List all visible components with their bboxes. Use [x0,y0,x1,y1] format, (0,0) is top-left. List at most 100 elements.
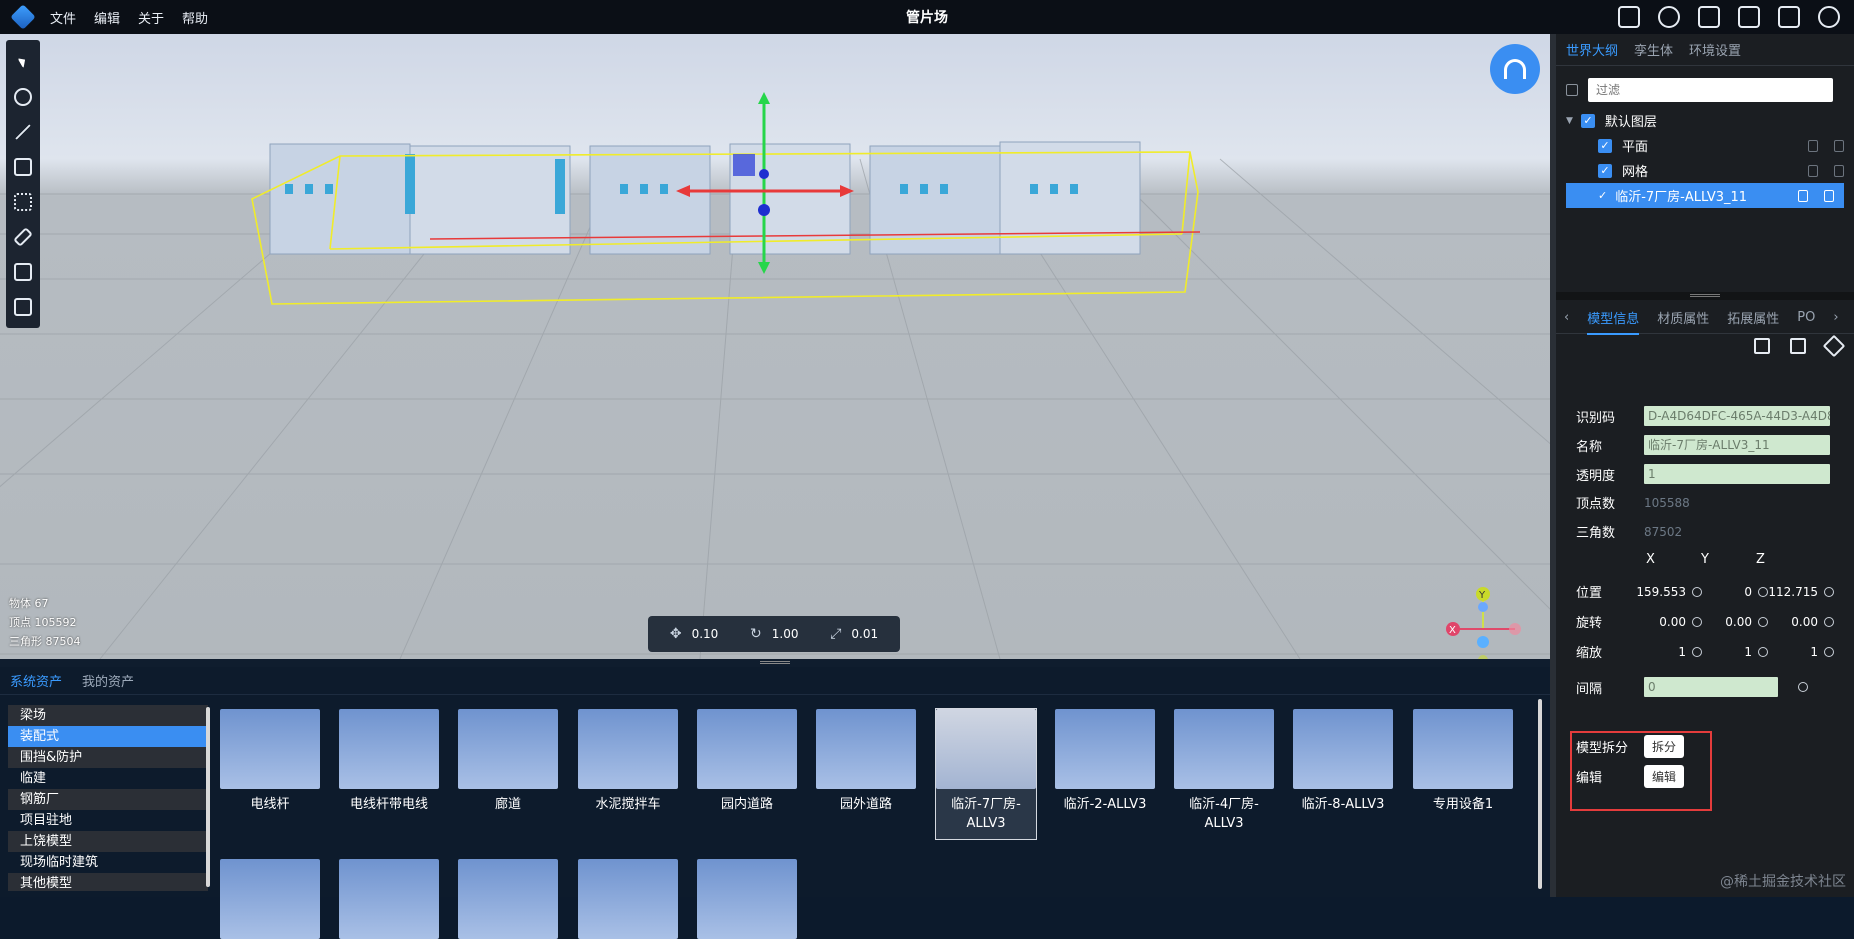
check-icon[interactable]: ✓ [1598,189,1607,202]
frame-tool[interactable] [6,254,40,289]
grid-tool[interactable] [6,184,40,219]
asset-card[interactable]: 专用设备1 [1413,709,1513,814]
lock-icon[interactable] [1798,189,1808,202]
tree-node-plane[interactable]: ✓ 平面 [1556,133,1854,158]
asset-panel: 系统资产 我的资产 梁场 装配式 围挡&防护 临建 钢筋厂 项目驻地 上饶模型 … [0,667,1550,939]
asset-card[interactable]: 电线杆带电线 [339,709,439,814]
hierarchy-icon[interactable] [1618,6,1640,28]
line-tool[interactable] [6,114,40,149]
category-item[interactable]: 围挡&防护 [8,747,208,768]
delete-icon[interactable] [1790,338,1806,354]
tab-extended[interactable]: 拓展属性 [1727,308,1779,327]
watermark: @稀土掘金技术社区 [1720,874,1846,890]
menu-file[interactable]: 文件 [50,8,76,27]
layers-icon[interactable] [1822,334,1846,358]
filter-input[interactable] [1588,78,1833,102]
measure-tool[interactable] [6,219,40,254]
tab-system-assets[interactable]: 系统资产 [10,671,62,690]
menu-edit[interactable]: 编辑 [94,8,120,27]
asset-card[interactable]: 园外道路 [816,709,916,814]
rotate-icon[interactable]: ↻ [750,626,762,642]
tree-node-grid[interactable]: ✓ 网格 [1556,158,1854,183]
category-item[interactable]: 装配式 [8,726,208,747]
tab-world-outline[interactable]: 世界大纲 [1566,40,1618,59]
asset-thumbnail [220,859,320,939]
asset-thumbnail [1055,709,1155,789]
chevron-right-icon[interactable]: › [1833,310,1838,325]
id-field[interactable]: D-A4D64DFC-465A-44D3-A4D8- [1644,406,1830,426]
checkbox[interactable]: ✓ [1598,138,1612,153]
category-item[interactable]: 项目驻地 [8,810,208,831]
opacity-field[interactable]: 1 [1644,464,1830,484]
asset-card[interactable] [697,859,797,939]
outline-tabs: 世界大纲 孪生体 环境设置 [1556,34,1854,66]
select-tool[interactable] [6,44,40,79]
move-icon[interactable]: ✥ [670,626,682,642]
measure-icon [13,226,33,247]
tree-node-default-layer[interactable]: ▼ ✓ 默认图层 [1556,108,1854,133]
category-item[interactable]: 现场临时建筑 [8,852,208,873]
asset-card[interactable] [578,859,678,939]
asset-card[interactable]: 临沂-8-ALLV3 [1293,709,1393,814]
tab-twins[interactable]: 孪生体 [1634,40,1673,59]
category-item[interactable]: 钢筋厂 [8,789,208,810]
chevron-left-icon[interactable]: ‹ [1564,310,1569,325]
camera-icon[interactable] [1778,6,1800,28]
asset-card[interactable]: 水泥搅拌车 [578,709,678,814]
asset-card[interactable]: 临沂-2-ALLV3 [1055,709,1155,814]
tab-my-assets[interactable]: 我的资产 [82,671,134,690]
menu-about[interactable]: 关于 [138,8,164,27]
menu-help[interactable]: 帮助 [182,8,208,27]
bottom-panel-resizer[interactable] [0,659,1550,667]
save-icon[interactable] [1738,6,1760,28]
category-scrollbar[interactable] [206,707,210,887]
asset-card-selected[interactable]: 临沂-7厂房-ALLV3 [935,708,1037,840]
customer-service-button[interactable] [1490,44,1540,94]
cycle-icon[interactable] [1658,6,1680,28]
asset-card[interactable]: 电线杆 [220,709,320,814]
checkbox[interactable]: ✓ [1598,163,1612,178]
category-item[interactable]: 临建 [8,768,208,789]
link-icon[interactable] [1795,679,1811,695]
settings-icon[interactable] [1818,6,1840,28]
move-step[interactable]: 0.10 [692,627,719,641]
orbit-tool[interactable] [6,79,40,114]
name-field[interactable]: 临沂-7厂房-ALLV3_11 [1644,435,1830,455]
asset-card[interactable]: 园内道路 [697,709,797,814]
checkbox[interactable]: ✓ [1580,113,1595,128]
visibility-icon[interactable] [1834,139,1844,152]
category-item[interactable]: 梁场 [8,705,208,726]
tab-material[interactable]: 材质属性 [1657,308,1709,327]
lock-icon[interactable] [1808,164,1818,177]
right-panel-splitter[interactable] [1556,292,1854,300]
asset-card[interactable] [339,859,439,939]
gap-field[interactable]: 0 [1644,677,1778,697]
category-item[interactable]: 其他模型 [8,873,208,891]
copy-icon[interactable] [1754,338,1770,354]
prop-name: 名称 临沂-7厂房-ALLV3_11 [1576,435,1838,455]
caret-down-icon[interactable]: ▼ [1566,116,1573,126]
asset-card[interactable]: 廊道 [458,709,558,814]
asset-card[interactable] [458,859,558,939]
tab-model-info[interactable]: 模型信息 [1587,308,1640,335]
scene-canvas[interactable]: Y X [0,34,1550,659]
scale-icon[interactable]: ⤢ [830,626,841,642]
eye-icon[interactable] [1698,6,1720,28]
3d-viewport[interactable]: Y X 物体 67 顶点 105592 三角形 87504 ✥ 0.10 ↻ 1.0… [0,34,1550,659]
asset-scrollbar[interactable] [1538,699,1542,889]
tab-environment[interactable]: 环境设置 [1689,40,1741,59]
visibility-icon[interactable] [1834,164,1844,177]
tree-node-model-selected[interactable]: ✓ 临沂-7厂房-ALLV3_11 [1566,183,1844,208]
scale-step[interactable]: 0.01 [851,627,878,641]
area-tool[interactable] [6,149,40,184]
category-item[interactable]: 上饶模型 [8,831,208,852]
highlight-box [1570,731,1712,811]
visibility-icon[interactable] [1824,189,1834,202]
asset-card[interactable]: 临沂-4厂房-ALLV3 [1174,709,1274,833]
rotate-step[interactable]: 1.00 [772,627,799,641]
split-view-tool[interactable] [6,289,40,324]
asset-card[interactable] [220,859,320,939]
tab-po[interactable]: PO [1797,310,1815,325]
lock-icon[interactable] [1808,139,1818,152]
link-icon [1821,614,1837,629]
